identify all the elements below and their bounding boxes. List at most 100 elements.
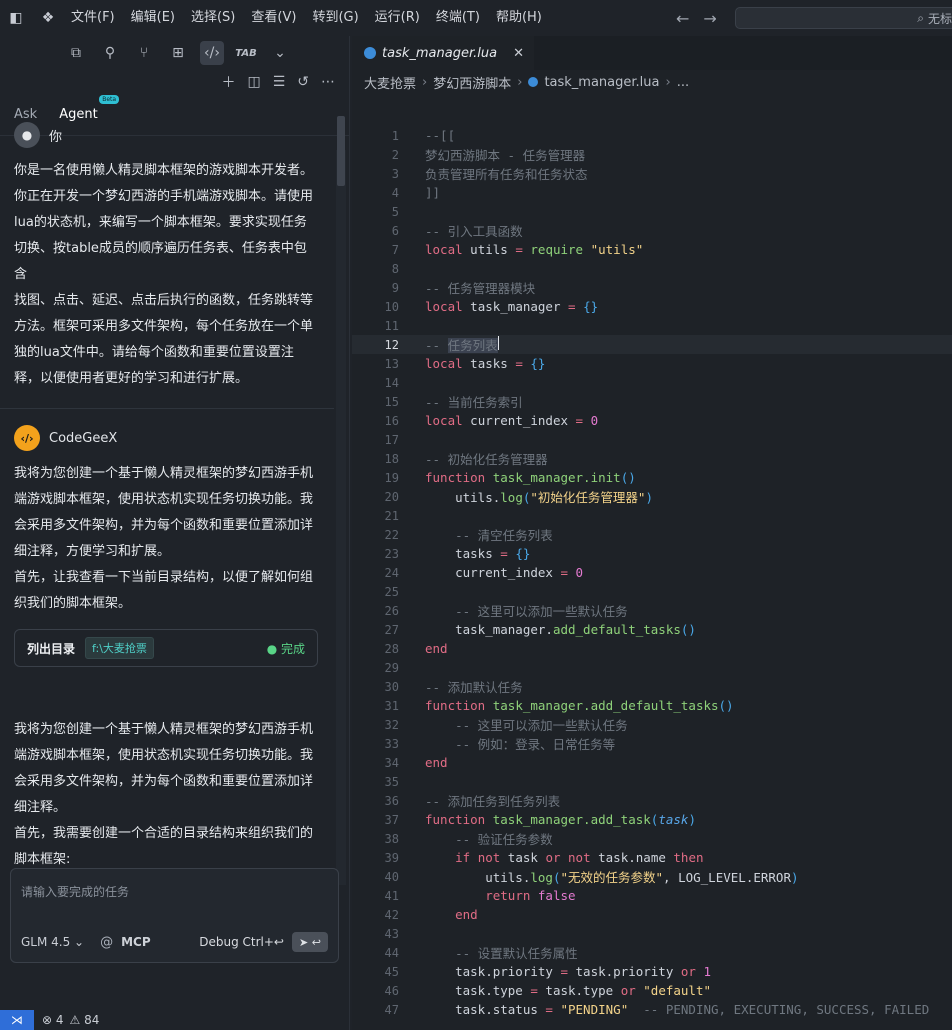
chevron-right-icon: › — [665, 74, 671, 90]
ai-line: 我将为您创建一个基于懒人精灵框架的梦幻西游手机 — [14, 722, 314, 737]
app-logo-icon: ❖ — [41, 10, 55, 26]
breadcrumb-item[interactable]: ... — [677, 75, 689, 90]
command-search-box[interactable]: ⌕ 无标 — [735, 7, 952, 29]
ai-message-text-2: 我将为您创建一个基于懒人精灵框架的梦幻西游手机 端游戏脚本框架，使用状态机实现任… — [0, 717, 334, 873]
tool-call-card[interactable]: 列出目录 f:\大麦抢票 ● 完成 — [14, 629, 318, 667]
menu-go[interactable]: 转到(G) — [305, 0, 367, 36]
codegeex-icon[interactable]: ‹/› — [200, 41, 224, 65]
user-line: 你是一名使用懒人精灵脚本框架的游戏脚本开发者。 — [14, 163, 314, 178]
user-line: 你正在开发一个梦幻西游的手机端游戏脚本。请使用 — [14, 189, 314, 204]
editor-tab-task-manager[interactable]: task_manager.lua ✕ — [352, 36, 534, 70]
code-line: 38 -- 验证任务参数 — [384, 831, 553, 848]
user-name: 你 — [49, 129, 63, 145]
ai-name: CodeGeeX — [49, 430, 118, 446]
ai-message-text-1: 我将为您创建一个基于懒人精灵框架的梦幻西游手机 端游戏脚本框架，使用状态机实现任… — [0, 461, 334, 617]
problems-indicator[interactable]: ⊗ 4 ⚠ 84 — [42, 1013, 99, 1027]
more-icon[interactable]: ⋯ — [321, 74, 335, 90]
user-line: lua的状态机，来编写一个脚本框架。要求实现任务 — [14, 215, 307, 230]
code-line: 20 utils.log("初始化任务管理器") — [384, 489, 653, 506]
tab-autocomplete-icon[interactable]: TAB — [234, 41, 258, 65]
user-line: 独的lua文件中。请给每个函数和重要位置设置注 — [14, 345, 294, 360]
user-avatar-icon: ● — [14, 122, 40, 148]
mcp-button[interactable]: MCP — [121, 935, 151, 949]
chat-scrollbar-thumb[interactable] — [337, 116, 345, 186]
breadcrumb-item[interactable]: task_manager.lua — [544, 75, 659, 90]
code-line: 32 -- 这里可以添加一些默认任务 — [384, 717, 628, 734]
menu-help[interactable]: 帮助(H) — [489, 0, 551, 36]
mention-button[interactable]: @ — [100, 935, 113, 950]
code-line: 39 if not task or not task.name then — [384, 850, 704, 865]
code-line: 16 local current_index = 0 — [384, 413, 599, 428]
code-line: 42 end — [384, 907, 478, 922]
ai-line: 端游戏脚本框架，使用状态机实现任务切换功能。我 — [14, 492, 314, 507]
source-control-icon[interactable]: ⑂ — [132, 41, 156, 65]
task-input-box[interactable]: 请输入要完成的任务 GLM 4.5 ⌄ @ MCP Debug Ctrl+↩ ➤… — [10, 868, 339, 963]
debug-shortcut[interactable]: Debug Ctrl+↩ — [199, 935, 284, 949]
nav-arrows: ← → — [676, 0, 717, 36]
breadcrumb-item[interactable]: 大麦抢票 — [364, 73, 416, 92]
code-line: 6 -- 引入工具函数 — [391, 223, 523, 240]
code-line: 21 — [384, 508, 399, 523]
code-line: 17 — [384, 432, 399, 447]
code-line: 43 — [384, 926, 399, 941]
code-area[interactable]: 1 --[[ 2 梦幻西游脚本 - 任务管理器 3 负责管理所有任务和任务状态 4]]… — [352, 126, 952, 1019]
code-line: 9 -- 任务管理器模块 — [391, 280, 536, 297]
menu-view[interactable]: 查看(V) — [244, 0, 305, 36]
user-line: 方法。框架可采用多文件架构，每个任务放在一个单 — [14, 319, 314, 334]
chat-scrollbar-track — [336, 150, 346, 885]
task-input-placeholder: 请输入要完成的任务 — [21, 885, 130, 899]
panel-toolbar-actions: ＋ ◫ ☰ ↺ ⋯ — [0, 70, 349, 94]
codegeex-logo-icon: ‹/› — [14, 425, 40, 451]
code-line: 26 -- 这里可以添加一些默认任务 — [384, 603, 628, 620]
breadcrumb-item[interactable]: 梦幻西游脚本 — [433, 73, 511, 92]
code-line: 18 -- 初始化任务管理器 — [384, 451, 548, 468]
split-view-icon[interactable]: ◫ — [247, 74, 260, 90]
code-line: 4]] — [391, 185, 441, 200]
code-line: 7 local utils = require "utils" — [391, 242, 644, 257]
code-line: 36 -- 添加任务到任务列表 — [384, 793, 561, 810]
code-line: 10 local task_manager = {} — [384, 299, 599, 314]
input-controls: GLM 4.5 ⌄ @ MCP Debug Ctrl+↩ ➤ ↩ — [21, 932, 328, 952]
menu-file[interactable]: 文件(F) — [64, 0, 124, 36]
chat-history[interactable]: ● 你 你是一名使用懒人精灵脚本框架的游戏脚本开发者。 你正在开发一个梦幻西游的… — [0, 112, 334, 884]
code-line: 30 -- 添加默认任务 — [384, 679, 523, 696]
send-button[interactable]: ➤ ↩ — [292, 932, 328, 952]
extensions-icon[interactable]: ⊞ — [166, 41, 190, 65]
history-icon[interactable]: ↺ — [297, 74, 309, 90]
code-editor: task_manager.lua ✕ 大麦抢票 › 梦幻西游脚本 › task_… — [352, 36, 952, 1030]
menu-selection[interactable]: 选择(S) — [184, 0, 244, 36]
search-icon[interactable]: ⚲ — [98, 41, 122, 65]
toggle-sidebar-icon[interactable]: ◧ — [0, 0, 32, 36]
back-arrow-icon[interactable]: ← — [676, 9, 689, 28]
editor-tab-label: task_manager.lua — [382, 45, 498, 61]
code-line: 19 function task_manager.init() — [384, 470, 636, 485]
chevron-down-icon[interactable]: ⌄ — [268, 41, 292, 65]
code-line: 40 utils.log("无效的任务参数", LOG_LEVEL.ERROR) — [384, 869, 799, 886]
list-icon[interactable]: ☰ — [273, 74, 286, 90]
chevron-right-icon: › — [422, 74, 428, 90]
remote-icon[interactable]: ⋊ — [0, 1010, 34, 1030]
code-line: 1 --[[ — [391, 128, 456, 143]
menu-edit[interactable]: 编辑(E) — [124, 0, 184, 36]
ai-line: 细注释。 — [14, 800, 67, 815]
ai-message-header: ‹/› CodeGeeX — [0, 425, 334, 451]
code-line: 14 — [384, 375, 399, 390]
code-line: 46 task.type = task.type or "default" — [384, 983, 712, 998]
code-line: 27 task_manager.add_default_tasks() — [384, 622, 696, 637]
lua-file-icon — [364, 47, 376, 59]
copy-icon[interactable]: ⧉ — [64, 41, 88, 65]
code-line: 15 -- 当前任务索引 — [384, 394, 523, 411]
close-icon[interactable]: ✕ — [513, 46, 524, 61]
editor-tab-bar: task_manager.lua ✕ — [352, 36, 952, 70]
forward-arrow-icon[interactable]: → — [703, 9, 716, 28]
menu-run[interactable]: 运行(R) — [368, 0, 429, 36]
menu-bar: 文件(F) 编辑(E) 选择(S) 查看(V) 转到(G) 运行(R) 终端(T… — [64, 0, 551, 36]
menu-terminal[interactable]: 终端(T) — [429, 0, 489, 36]
new-chat-icon[interactable]: ＋ — [221, 72, 235, 92]
ai-line: 首先，我需要创建一个合适的目录结构来组织我们的 — [14, 826, 314, 841]
model-selector[interactable]: GLM 4.5 ⌄ — [21, 935, 84, 949]
search-icon: ⌕ — [917, 10, 924, 25]
error-count: ⊗ 4 — [42, 1013, 64, 1027]
code-line: 2 梦幻西游脚本 - 任务管理器 — [391, 147, 586, 164]
user-message-text: 你是一名使用懒人精灵脚本框架的游戏脚本开发者。 你正在开发一个梦幻西游的手机端游… — [0, 158, 334, 392]
